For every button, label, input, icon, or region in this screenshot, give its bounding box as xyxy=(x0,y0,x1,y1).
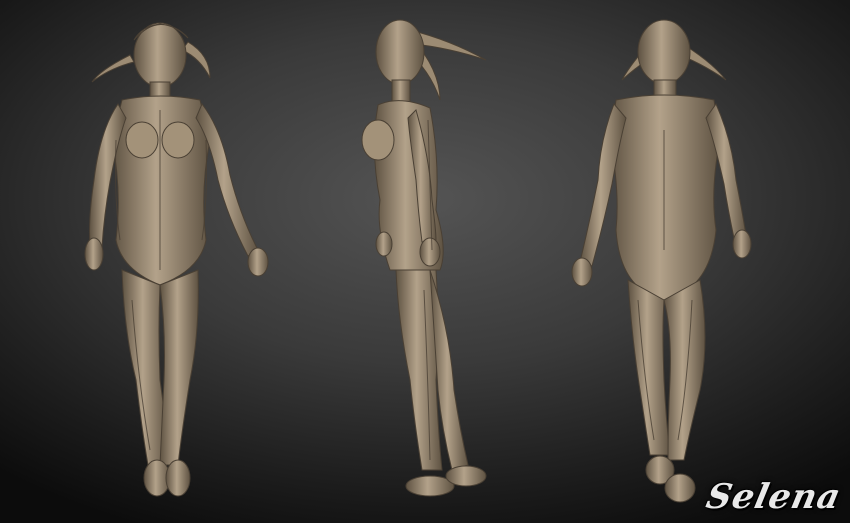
render-canvas: Selena xyxy=(0,0,850,523)
artist-signature: Selena xyxy=(702,477,845,517)
figure-side-view xyxy=(361,19,487,497)
figure-back-view xyxy=(571,19,752,503)
figure-front-view xyxy=(84,22,269,497)
